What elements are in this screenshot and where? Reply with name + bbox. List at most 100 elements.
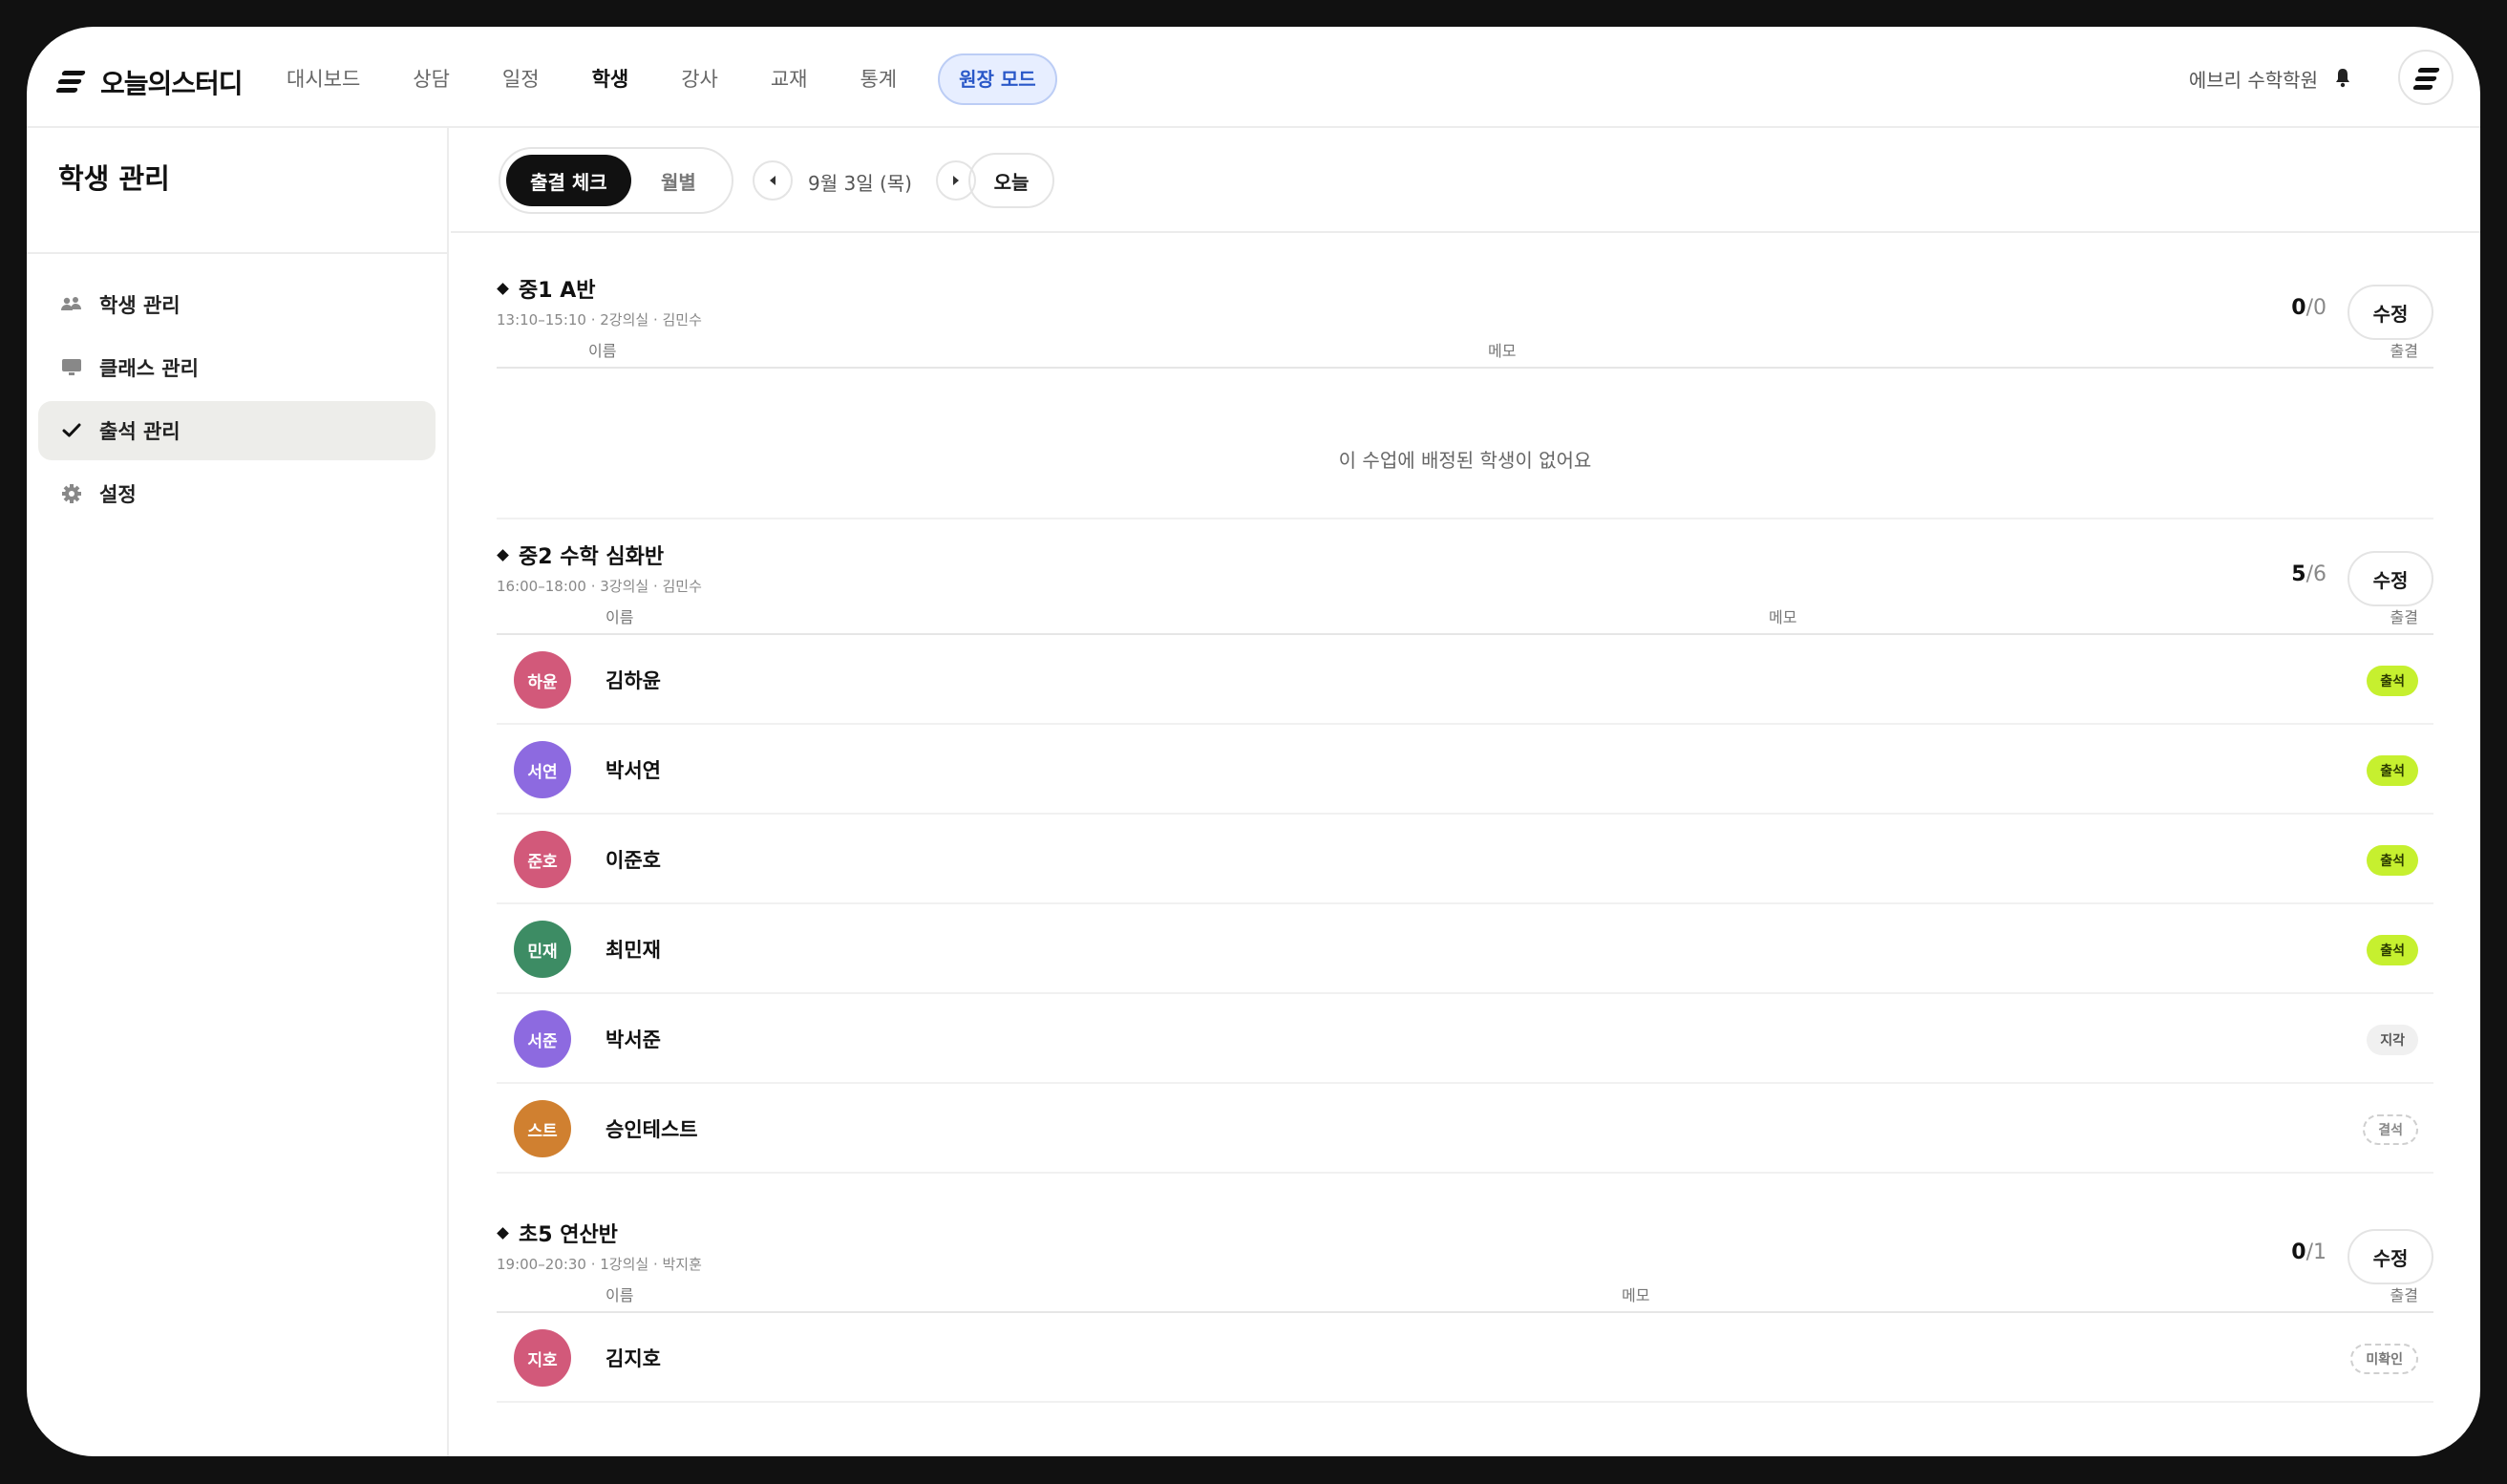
diamond-icon bbox=[497, 282, 509, 295]
attendance-status-badge[interactable]: 지각 bbox=[2367, 1025, 2418, 1055]
column-attendance: 출결 bbox=[2390, 608, 2418, 626]
row-divider bbox=[497, 1401, 2433, 1403]
bell-icon[interactable] bbox=[2335, 67, 2350, 88]
edit-button[interactable]: 수정 bbox=[2348, 285, 2433, 340]
class-title-text: 중2 수학 심화반 bbox=[519, 545, 665, 569]
logo-icon bbox=[55, 71, 87, 94]
nav-dashboard[interactable]: 대시보드 bbox=[287, 54, 360, 104]
class-meta: 19:00–20:30 · 1강의실 · 박지훈 bbox=[497, 1256, 702, 1273]
attendance-count: 0/0 bbox=[2291, 296, 2326, 320]
app-name: 오늘의스터디 bbox=[100, 68, 244, 99]
top-nav: 오늘의스터디 대시보드 상담 일정 학생 강사 교재 통계 원장 모드 에브리 … bbox=[27, 27, 2480, 128]
current-date: 9월 3일 (목) bbox=[808, 172, 912, 195]
sidebar-divider bbox=[27, 252, 447, 254]
student-name: 이준호 bbox=[606, 849, 661, 872]
attendance-status-badge[interactable]: 미확인 bbox=[2350, 1344, 2418, 1374]
student-avatar: 준호 bbox=[514, 831, 571, 888]
attendance-count: 5/6 bbox=[2291, 562, 2326, 586]
student-row[interactable]: 지호 김지호 미확인 bbox=[497, 1313, 2433, 1403]
sidebar-title: 학생 관리 bbox=[58, 162, 170, 195]
total-count: /6 bbox=[2305, 562, 2326, 586]
monitor-icon bbox=[59, 355, 84, 380]
row-divider bbox=[497, 1172, 2433, 1174]
app-window: 오늘의스터디 대시보드 상담 일정 학생 강사 교재 통계 원장 모드 에브리 … bbox=[27, 27, 2480, 1456]
attendance-status-badge[interactable]: 출석 bbox=[2367, 666, 2418, 696]
diamond-icon bbox=[497, 548, 509, 562]
column-memo: 메모 bbox=[1769, 608, 1797, 626]
student-row[interactable]: 하윤 김하윤 출석 bbox=[497, 635, 2433, 725]
attendance-status-badge[interactable]: 출석 bbox=[2367, 755, 2418, 786]
student-avatar: 하윤 bbox=[514, 651, 571, 709]
attendance-toolbar: 출결 체크 월별 9월 3일 (목) 오늘 bbox=[451, 128, 2480, 233]
class-title: 중1 A반 bbox=[497, 273, 595, 304]
student-row[interactable]: 스트 승인테스트 결석 bbox=[497, 1084, 2433, 1174]
attendance-status-badge[interactable]: 출석 bbox=[2367, 935, 2418, 965]
director-mode-button[interactable]: 원장 모드 bbox=[938, 53, 1057, 105]
profile-avatar[interactable] bbox=[2398, 50, 2454, 105]
main-nav: 대시보드 상담 일정 학생 강사 교재 통계 원장 모드 bbox=[287, 53, 1057, 105]
academy-name[interactable]: 에브리 수학학원 bbox=[2189, 65, 2318, 93]
column-name: 이름 bbox=[606, 608, 634, 626]
student-name: 승인테스트 bbox=[606, 1118, 698, 1141]
sidebar-item-attendance[interactable]: 출석 관리 bbox=[38, 401, 436, 460]
sidebar-item-settings[interactable]: 설정 bbox=[38, 464, 436, 523]
main-content: 출결 체크 월별 9월 3일 (목) 오늘 중1 A반 13:10–15:10 … bbox=[451, 128, 2480, 1456]
sidebar-item-label: 학생 관리 bbox=[99, 294, 181, 317]
today-button[interactable]: 오늘 bbox=[968, 153, 1054, 208]
nav-teachers[interactable]: 강사 bbox=[681, 54, 718, 104]
student-name: 김하윤 bbox=[606, 669, 661, 692]
tab-monthly[interactable]: 월별 bbox=[631, 167, 726, 195]
header-divider bbox=[497, 367, 2433, 369]
sidebar-item-label: 출석 관리 bbox=[99, 420, 181, 443]
logo[interactable]: 오늘의스터디 bbox=[55, 63, 244, 101]
nav-schedule[interactable]: 일정 bbox=[502, 54, 540, 104]
class-meta: 13:10–15:10 · 2강의실 · 김민수 bbox=[497, 311, 702, 329]
users-icon bbox=[59, 292, 84, 317]
chevron-right-icon bbox=[953, 176, 959, 185]
view-toggle: 출결 체크 월별 bbox=[499, 147, 733, 214]
class-title-text: 중1 A반 bbox=[519, 279, 596, 303]
present-count: 0 bbox=[2291, 296, 2306, 320]
sidebar-item-students[interactable]: 학생 관리 bbox=[38, 275, 436, 334]
present-count: 5 bbox=[2291, 562, 2306, 586]
nav-students[interactable]: 학생 bbox=[592, 54, 629, 104]
student-name: 박서연 bbox=[606, 759, 661, 782]
class-section: 초5 연산반 19:00–20:30 · 1강의실 · 박지훈 0/1 수정 이… bbox=[497, 1218, 2433, 1437]
student-avatar: 서연 bbox=[514, 741, 571, 798]
nav-stats[interactable]: 통계 bbox=[860, 54, 897, 104]
column-name: 이름 bbox=[588, 342, 617, 360]
attendance-status-badge[interactable]: 출석 bbox=[2367, 845, 2418, 876]
student-row[interactable]: 준호 이준호 출석 bbox=[497, 815, 2433, 904]
column-name: 이름 bbox=[606, 1286, 634, 1304]
present-count: 0 bbox=[2291, 1240, 2306, 1264]
attendance-status-badge[interactable]: 결석 bbox=[2363, 1114, 2418, 1145]
prev-date-button[interactable] bbox=[753, 160, 793, 201]
nav-textbooks[interactable]: 교재 bbox=[771, 54, 808, 104]
student-row[interactable]: 서연 박서연 출석 bbox=[497, 725, 2433, 815]
attendance-count: 0/1 bbox=[2291, 1240, 2326, 1264]
column-attendance: 출결 bbox=[2390, 342, 2418, 360]
sidebar-item-classes[interactable]: 클래스 관리 bbox=[38, 338, 436, 397]
sidebar: 학생 관리 학생 관리 클래스 관리 출석 관리 설정 bbox=[27, 128, 449, 1456]
class-section: 중2 수학 심화반 16:00–18:00 · 3강의실 · 김민수 5/6 수… bbox=[497, 540, 2433, 1208]
section-divider bbox=[497, 518, 2433, 519]
class-title: 초5 연산반 bbox=[497, 1218, 618, 1248]
column-attendance: 출결 bbox=[2390, 1286, 2418, 1304]
student-name: 김지호 bbox=[606, 1347, 661, 1370]
diamond-icon bbox=[497, 1226, 509, 1240]
edit-button[interactable]: 수정 bbox=[2348, 551, 2433, 606]
nav-consult[interactable]: 상담 bbox=[413, 54, 450, 104]
student-row[interactable]: 서준 박서준 지각 bbox=[497, 994, 2433, 1084]
edit-button[interactable]: 수정 bbox=[2348, 1229, 2433, 1284]
empty-message: 이 수업에 배정된 학생이 없어요 bbox=[1338, 449, 1592, 472]
class-title-text: 초5 연산반 bbox=[519, 1223, 618, 1247]
total-count: /0 bbox=[2305, 296, 2326, 320]
tab-attendance-check[interactable]: 출결 체크 bbox=[506, 155, 631, 206]
student-name: 최민재 bbox=[606, 939, 661, 962]
student-avatar: 지호 bbox=[514, 1329, 571, 1387]
column-memo: 메모 bbox=[1622, 1286, 1650, 1304]
sidebar-item-label: 설정 bbox=[99, 483, 137, 506]
class-meta: 16:00–18:00 · 3강의실 · 김민수 bbox=[497, 578, 702, 595]
column-memo: 메모 bbox=[1488, 342, 1517, 360]
student-row[interactable]: 민재 최민재 출석 bbox=[497, 904, 2433, 994]
